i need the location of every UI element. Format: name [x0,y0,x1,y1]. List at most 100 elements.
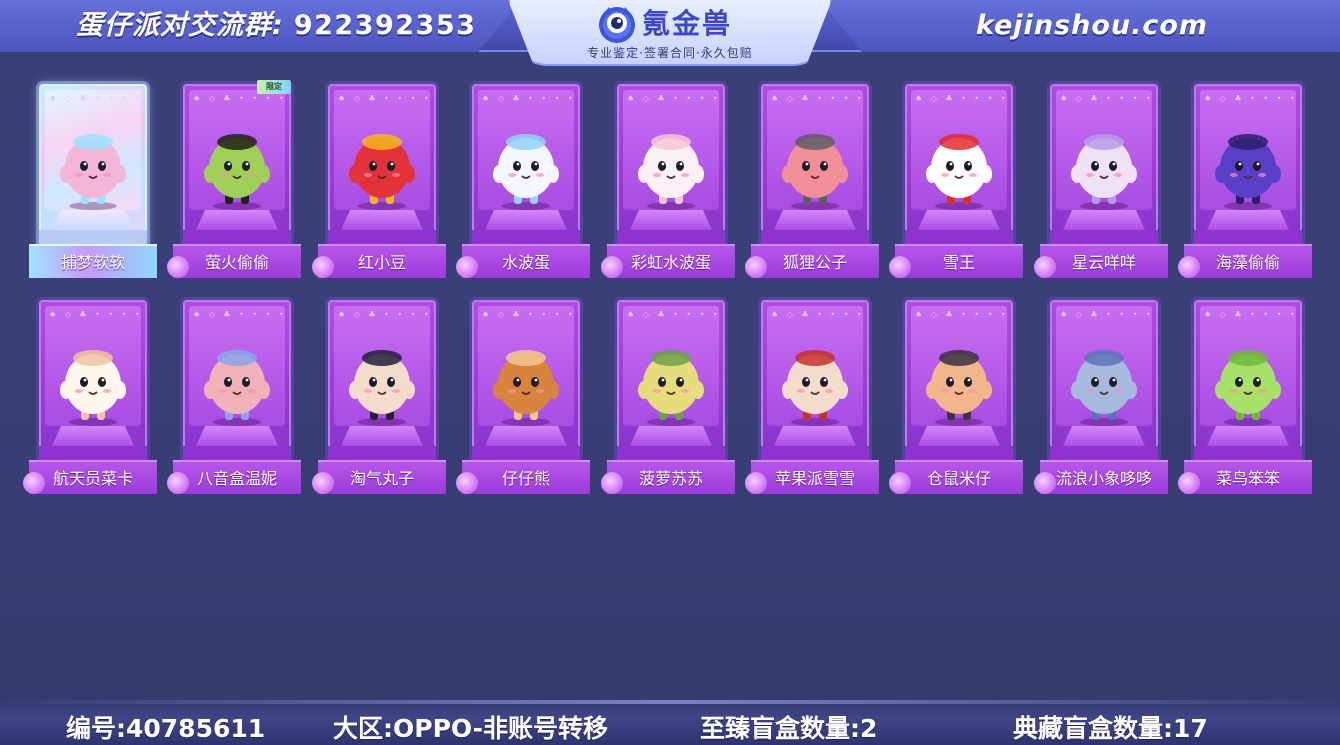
item-card[interactable]: ♠ ◇ ♣ • • • • 狐狸公子 [745,80,879,280]
card-name-bar: 八音盒温妮 [167,460,301,494]
item-card[interactable]: ♠ ◇ ♣ • • • • 菜鸟笨笨 [1178,296,1312,496]
card-suit-dots: ♠ ◇ ♣ • • • • [771,94,865,103]
card-pedestal [195,210,279,232]
item-card[interactable]: ♠ ◇ ♣ • • • • 菠萝苏苏 [601,296,735,496]
item-card[interactable]: ♠ ◇ ♣ • • • • 彩虹水波蛋 [601,80,735,280]
card-pedestal [1206,210,1290,232]
card-name-bar: 仓鼠米仔 [889,460,1023,494]
footer-glow [0,700,1340,704]
account-id: 编号:40785611 [66,714,266,743]
card-pedestal [773,210,857,232]
card-name-bar: 狐狸公子 [745,244,879,278]
character-figure-icon [1215,134,1281,210]
card-suit-dots: ♠ ◇ ♣ • • • • [338,94,432,103]
item-name: 仓鼠米仔 [926,469,991,488]
card-name-bar: 星云咩咩 [1034,244,1168,278]
item-name: 水波蛋 [501,253,550,272]
card-pedestal [484,426,568,448]
card-pedestal [51,426,135,448]
card-pedestal [484,210,568,232]
character-figure-icon [782,134,848,210]
card-pedestal [195,426,279,448]
card-name-bar: 彩虹水波蛋 [601,244,735,278]
character-figure-icon [638,134,704,210]
card-suit-dots: ♠ ◇ ♣ • • • • [482,310,576,319]
card-name-bar: 淘气丸子 [312,460,446,494]
card-name-bar: 仔仔熊 [456,460,590,494]
character-figure-icon [493,134,559,210]
card-name-bar: 苹果派雪雪 [745,460,879,494]
item-card[interactable]: ♠ ◇ ♣ • • • • 仓鼠米仔 [889,296,1023,496]
collection-box-count: 典藏盲盒数量:17 [1013,714,1208,743]
card-pedestal [1062,210,1146,232]
card-suit-dots: ♠ ◇ ♣ • • • • [193,94,287,103]
item-card[interactable]: ♠ ◇ ♣ • • • • 淘气丸子 [312,296,446,496]
character-figure-icon [204,350,270,426]
card-name-bar: 海藻偷偷 [1178,244,1312,278]
card-suit-dots: ♠ ◇ ♣ • • • • [193,310,287,319]
item-card[interactable]: ♠ ◇ ♣ • • • • 捕梦软软 [29,80,157,280]
card-suit-dots: ♠ ◇ ♣ • • • • [482,94,576,103]
item-name: 海藻偷偷 [1215,253,1280,272]
card-name-bar: 萤火偷偷 [167,244,301,278]
card-suit-dots: ♠ ◇ ♣ • • • • [627,94,721,103]
card-pedestal [629,210,713,232]
premium-box-count: 至臻盲盒数量:2 [700,714,878,743]
card-suit-dots: ♠ ◇ ♣ • • • • [49,94,143,103]
card-pedestal [51,210,135,232]
character-figure-icon [1071,350,1137,426]
item-name: 菜鸟笨笨 [1215,469,1280,488]
item-card[interactable]: ♠ ◇ ♣ • • • • 限定萤火偷偷 [167,80,301,280]
item-name: 菠萝苏苏 [638,469,703,488]
card-pedestal [917,210,1001,232]
card-suit-dots: ♠ ◇ ♣ • • • • [1060,310,1154,319]
character-figure-icon [1071,134,1137,210]
character-figure-icon [349,350,415,426]
card-suit-dots: ♠ ◇ ♣ • • • • [627,310,721,319]
card-name-bar: 菠萝苏苏 [601,460,735,494]
item-name: 红小豆 [357,253,406,272]
card-name-bar: 流浪小象哆哆 [1034,460,1168,494]
item-name: 航天员菜卡 [52,469,133,488]
item-name: 淘气丸子 [349,469,414,488]
limited-tag: 限定 [257,80,291,94]
item-name: 苹果派雪雪 [774,469,855,488]
item-card[interactable]: ♠ ◇ ♣ • • • • 苹果派雪雪 [745,296,879,496]
card-name-bar: 航天员菜卡 [23,460,157,494]
card-suit-dots: ♠ ◇ ♣ • • • • [915,310,1009,319]
item-card[interactable]: ♠ ◇ ♣ • • • • 海藻偷偷 [1178,80,1312,280]
item-name: 彩虹水波蛋 [630,253,711,272]
card-suit-dots: ♠ ◇ ♣ • • • • [1204,94,1298,103]
item-card[interactable]: ♠ ◇ ♣ • • • • 航天员菜卡 [23,296,157,496]
card-suit-dots: ♠ ◇ ♣ • • • • [49,310,143,319]
card-suit-dots: ♠ ◇ ♣ • • • • [771,310,865,319]
item-name: 星云咩咩 [1071,253,1136,272]
item-name: 狐狸公子 [782,253,847,272]
character-figure-icon [493,350,559,426]
character-figure-icon [349,134,415,210]
account-summary-bar: 编号:40785611 大区:OPPO-非账号转移 至臻盲盒数量:2 典藏盲盒数… [0,700,1340,745]
item-name: 仔仔熊 [501,469,550,488]
card-name-bar: 菜鸟笨笨 [1178,460,1312,494]
character-figure-icon [204,134,270,210]
item-card[interactable]: ♠ ◇ ♣ • • • • 八音盒温妮 [167,296,301,496]
item-card[interactable]: ♠ ◇ ♣ • • • • 雪王 [889,80,1023,280]
item-card[interactable]: ♠ ◇ ♣ • • • • 流浪小象哆哆 [1034,296,1168,496]
item-name: 雪王 [942,253,975,272]
character-figure-icon [782,350,848,426]
card-pedestal [629,426,713,448]
character-figure-icon [60,350,126,426]
card-suit-dots: ♠ ◇ ♣ • • • • [1060,94,1154,103]
card-pedestal [340,426,424,448]
card-suit-dots: ♠ ◇ ♣ • • • • [338,310,432,319]
card-pedestal [1206,426,1290,448]
card-pedestal [340,210,424,232]
item-card[interactable]: ♠ ◇ ♣ • • • • 星云咩咩 [1034,80,1168,280]
item-card[interactable]: ♠ ◇ ♣ • • • • 仔仔熊 [456,296,590,496]
item-card[interactable]: ♠ ◇ ♣ • • • • 水波蛋 [456,80,590,280]
character-figure-icon [60,134,126,210]
item-card[interactable]: ♠ ◇ ♣ • • • • 红小豆 [312,80,446,280]
character-figure-icon [638,350,704,426]
character-figure-icon [1215,350,1281,426]
item-name: 流浪小象哆哆 [1055,469,1152,488]
